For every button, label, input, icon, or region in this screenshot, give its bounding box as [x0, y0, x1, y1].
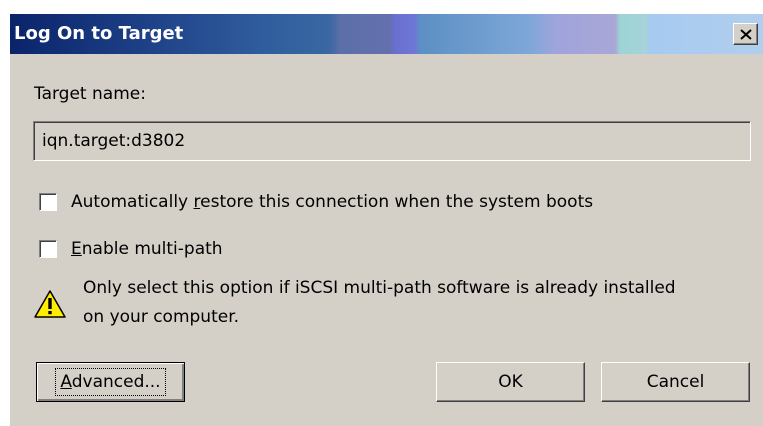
advanced-accel-key: A	[60, 372, 72, 392]
target-name-value: iqn.target:d3802	[42, 131, 186, 151]
ok-button[interactable]: OK	[436, 362, 585, 402]
multipath-checkbox[interactable]	[39, 240, 57, 258]
advanced-button[interactable]: Advanced...	[36, 362, 185, 402]
advanced-label-rest: dvanced...	[71, 372, 161, 392]
auto-restore-checkbox[interactable]	[39, 193, 57, 211]
close-icon	[739, 28, 752, 40]
auto-restore-label-suffix: estore this connection when the system b…	[200, 192, 594, 212]
cancel-button-label: Cancel	[646, 372, 705, 392]
ok-button-label: OK	[498, 372, 523, 392]
auto-restore-label-prefix: Automatically	[71, 192, 194, 212]
close-button[interactable]	[733, 23, 758, 45]
log-on-to-target-dialog: Log On to Target Target name: iqn.target…	[8, 12, 763, 426]
warning-text-line2: on your computer.	[83, 307, 240, 327]
target-name-field[interactable]: iqn.target:d3802	[33, 121, 751, 161]
window-title: Log On to Target	[14, 23, 184, 44]
warning-text-line1: Only select this option if iSCSI multi-p…	[83, 278, 676, 298]
warning-icon	[34, 290, 66, 318]
advanced-button-label: Advanced...	[55, 368, 166, 396]
target-name-label: Target name:	[34, 84, 146, 104]
multipath-label-suffix: nable multi-path	[81, 239, 223, 259]
cancel-button[interactable]: Cancel	[601, 362, 750, 402]
auto-restore-label[interactable]: Automatically restore this connection wh…	[71, 192, 593, 212]
multipath-label[interactable]: Enable multi-path	[71, 239, 223, 259]
multipath-accel-key: E	[71, 239, 82, 259]
title-bar[interactable]: Log On to Target	[10, 14, 763, 54]
